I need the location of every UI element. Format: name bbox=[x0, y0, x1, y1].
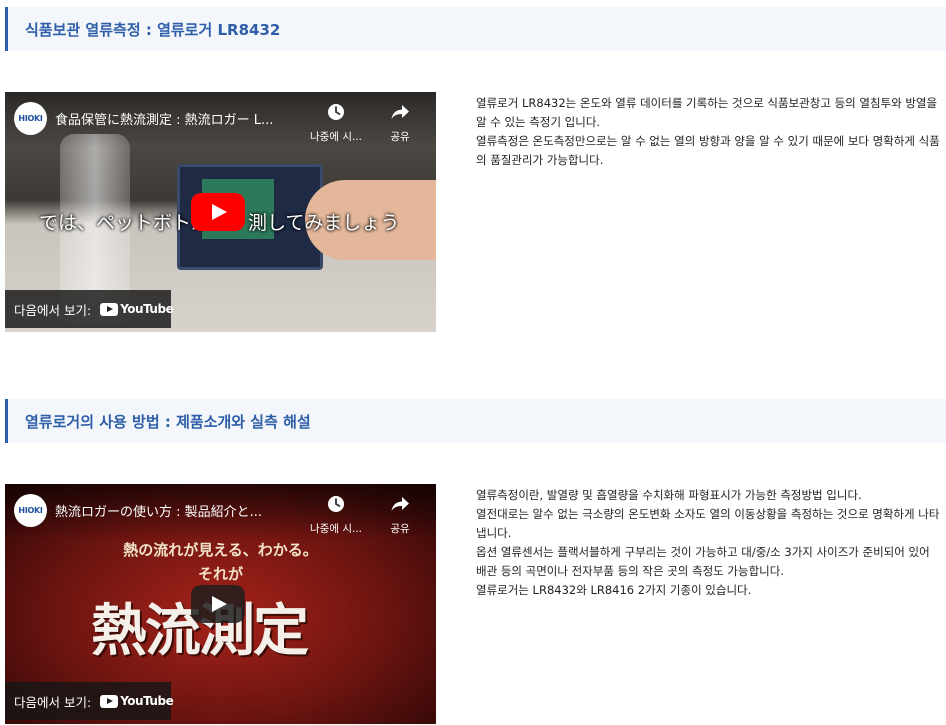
channel-logo[interactable]: HIOKI bbox=[14, 494, 47, 527]
description-paragraph: 열류측정이란, 발열량 및 흡열량을 수치화해 파형표시가 가능한 측정방법 입… bbox=[476, 488, 862, 502]
share-label: 공유 bbox=[390, 523, 410, 535]
section-title: 식품보관 열류측정 : 열류로거 LR8432 bbox=[25, 21, 281, 39]
youtube-play-icon bbox=[100, 302, 119, 316]
video-caption-line2: それが bbox=[197, 565, 243, 583]
description-paragraph: 열류측정은 온도측정만으로는 알 수 없는 열의 방향과 양을 알 수 있기 때… bbox=[476, 134, 940, 167]
video-player-usage[interactable]: 熱の流れが見える、わかる。 それが 熱流測定 HIOKI 熱流ロガーの使い方 :… bbox=[5, 484, 436, 724]
watch-later-label: 나중에 시... bbox=[310, 131, 362, 143]
description-usage: 열류측정이란, 발열량 및 흡열량을 수치화해 파형표시가 가능한 측정방법 입… bbox=[476, 486, 942, 600]
play-button[interactable] bbox=[191, 585, 245, 623]
play-button[interactable] bbox=[191, 193, 245, 231]
section-title: 열류로거의 사용 방법 : 제품소개와 실측 해설 bbox=[25, 413, 311, 431]
description-paragraph: 열류로거는 LR8432와 LR8416 2가지 기종이 있습니다. bbox=[476, 583, 752, 597]
share-button[interactable]: 공유 bbox=[369, 102, 431, 144]
share-label: 공유 bbox=[390, 131, 410, 143]
section-header-usage: 열류로거의 사용 방법 : 제품소개와 실측 해설 bbox=[5, 399, 946, 443]
section-header-food-storage: 식품보관 열류측정 : 열류로거 LR8432 bbox=[5, 7, 946, 51]
youtube-logo: YouTube bbox=[100, 302, 174, 316]
description-paragraph: 열류로거 LR8432는 온도와 열류 데이터를 기록하는 것으로 식품보관창고… bbox=[476, 96, 938, 129]
description-paragraph: 열전대로는 알수 없는 극소량의 온도변화 소자도 열의 이동상황을 측정하는 … bbox=[476, 507, 940, 540]
youtube-play-icon bbox=[100, 694, 119, 708]
clock-icon bbox=[328, 496, 344, 512]
watch-on-youtube-button[interactable]: 다음에서 보기: YouTube bbox=[5, 682, 174, 720]
watch-on-label: 다음에서 보기: bbox=[14, 694, 92, 710]
video-caption-line1: 熱の流れが見える、わかる。 bbox=[123, 541, 318, 559]
clock-icon bbox=[328, 104, 344, 120]
share-button[interactable]: 공유 bbox=[369, 494, 431, 536]
watch-later-button[interactable]: 나중에 시... bbox=[305, 494, 367, 536]
youtube-logo: YouTube bbox=[100, 694, 174, 708]
video-title[interactable]: 熱流ロガーの使い方 : 製品紹介と... bbox=[55, 501, 285, 520]
watch-on-label: 다음에서 보기: bbox=[14, 302, 92, 318]
video-player-food-storage[interactable]: では、ペットボトル 測してみましょう HIOKI 食品保管に熱流測定 : 熱流ロ… bbox=[5, 92, 436, 332]
video-title[interactable]: 食品保管に熱流測定 : 熱流ロガー L... bbox=[55, 109, 285, 128]
channel-logo[interactable]: HIOKI bbox=[14, 102, 47, 135]
share-icon bbox=[391, 497, 409, 511]
watch-on-youtube-button[interactable]: 다음에서 보기: YouTube bbox=[5, 290, 174, 328]
share-icon bbox=[391, 105, 409, 119]
watch-later-label: 나중에 시... bbox=[310, 523, 362, 535]
description-paragraph: 옵션 열류센서는 플랙서블하게 구부리는 것이 가능하고 대/중/소 3가지 사… bbox=[476, 545, 930, 578]
description-food-storage: 열류로거 LR8432는 온도와 열류 데이터를 기록하는 것으로 식품보관창고… bbox=[476, 94, 942, 170]
watch-later-button[interactable]: 나중에 시... bbox=[305, 102, 367, 144]
